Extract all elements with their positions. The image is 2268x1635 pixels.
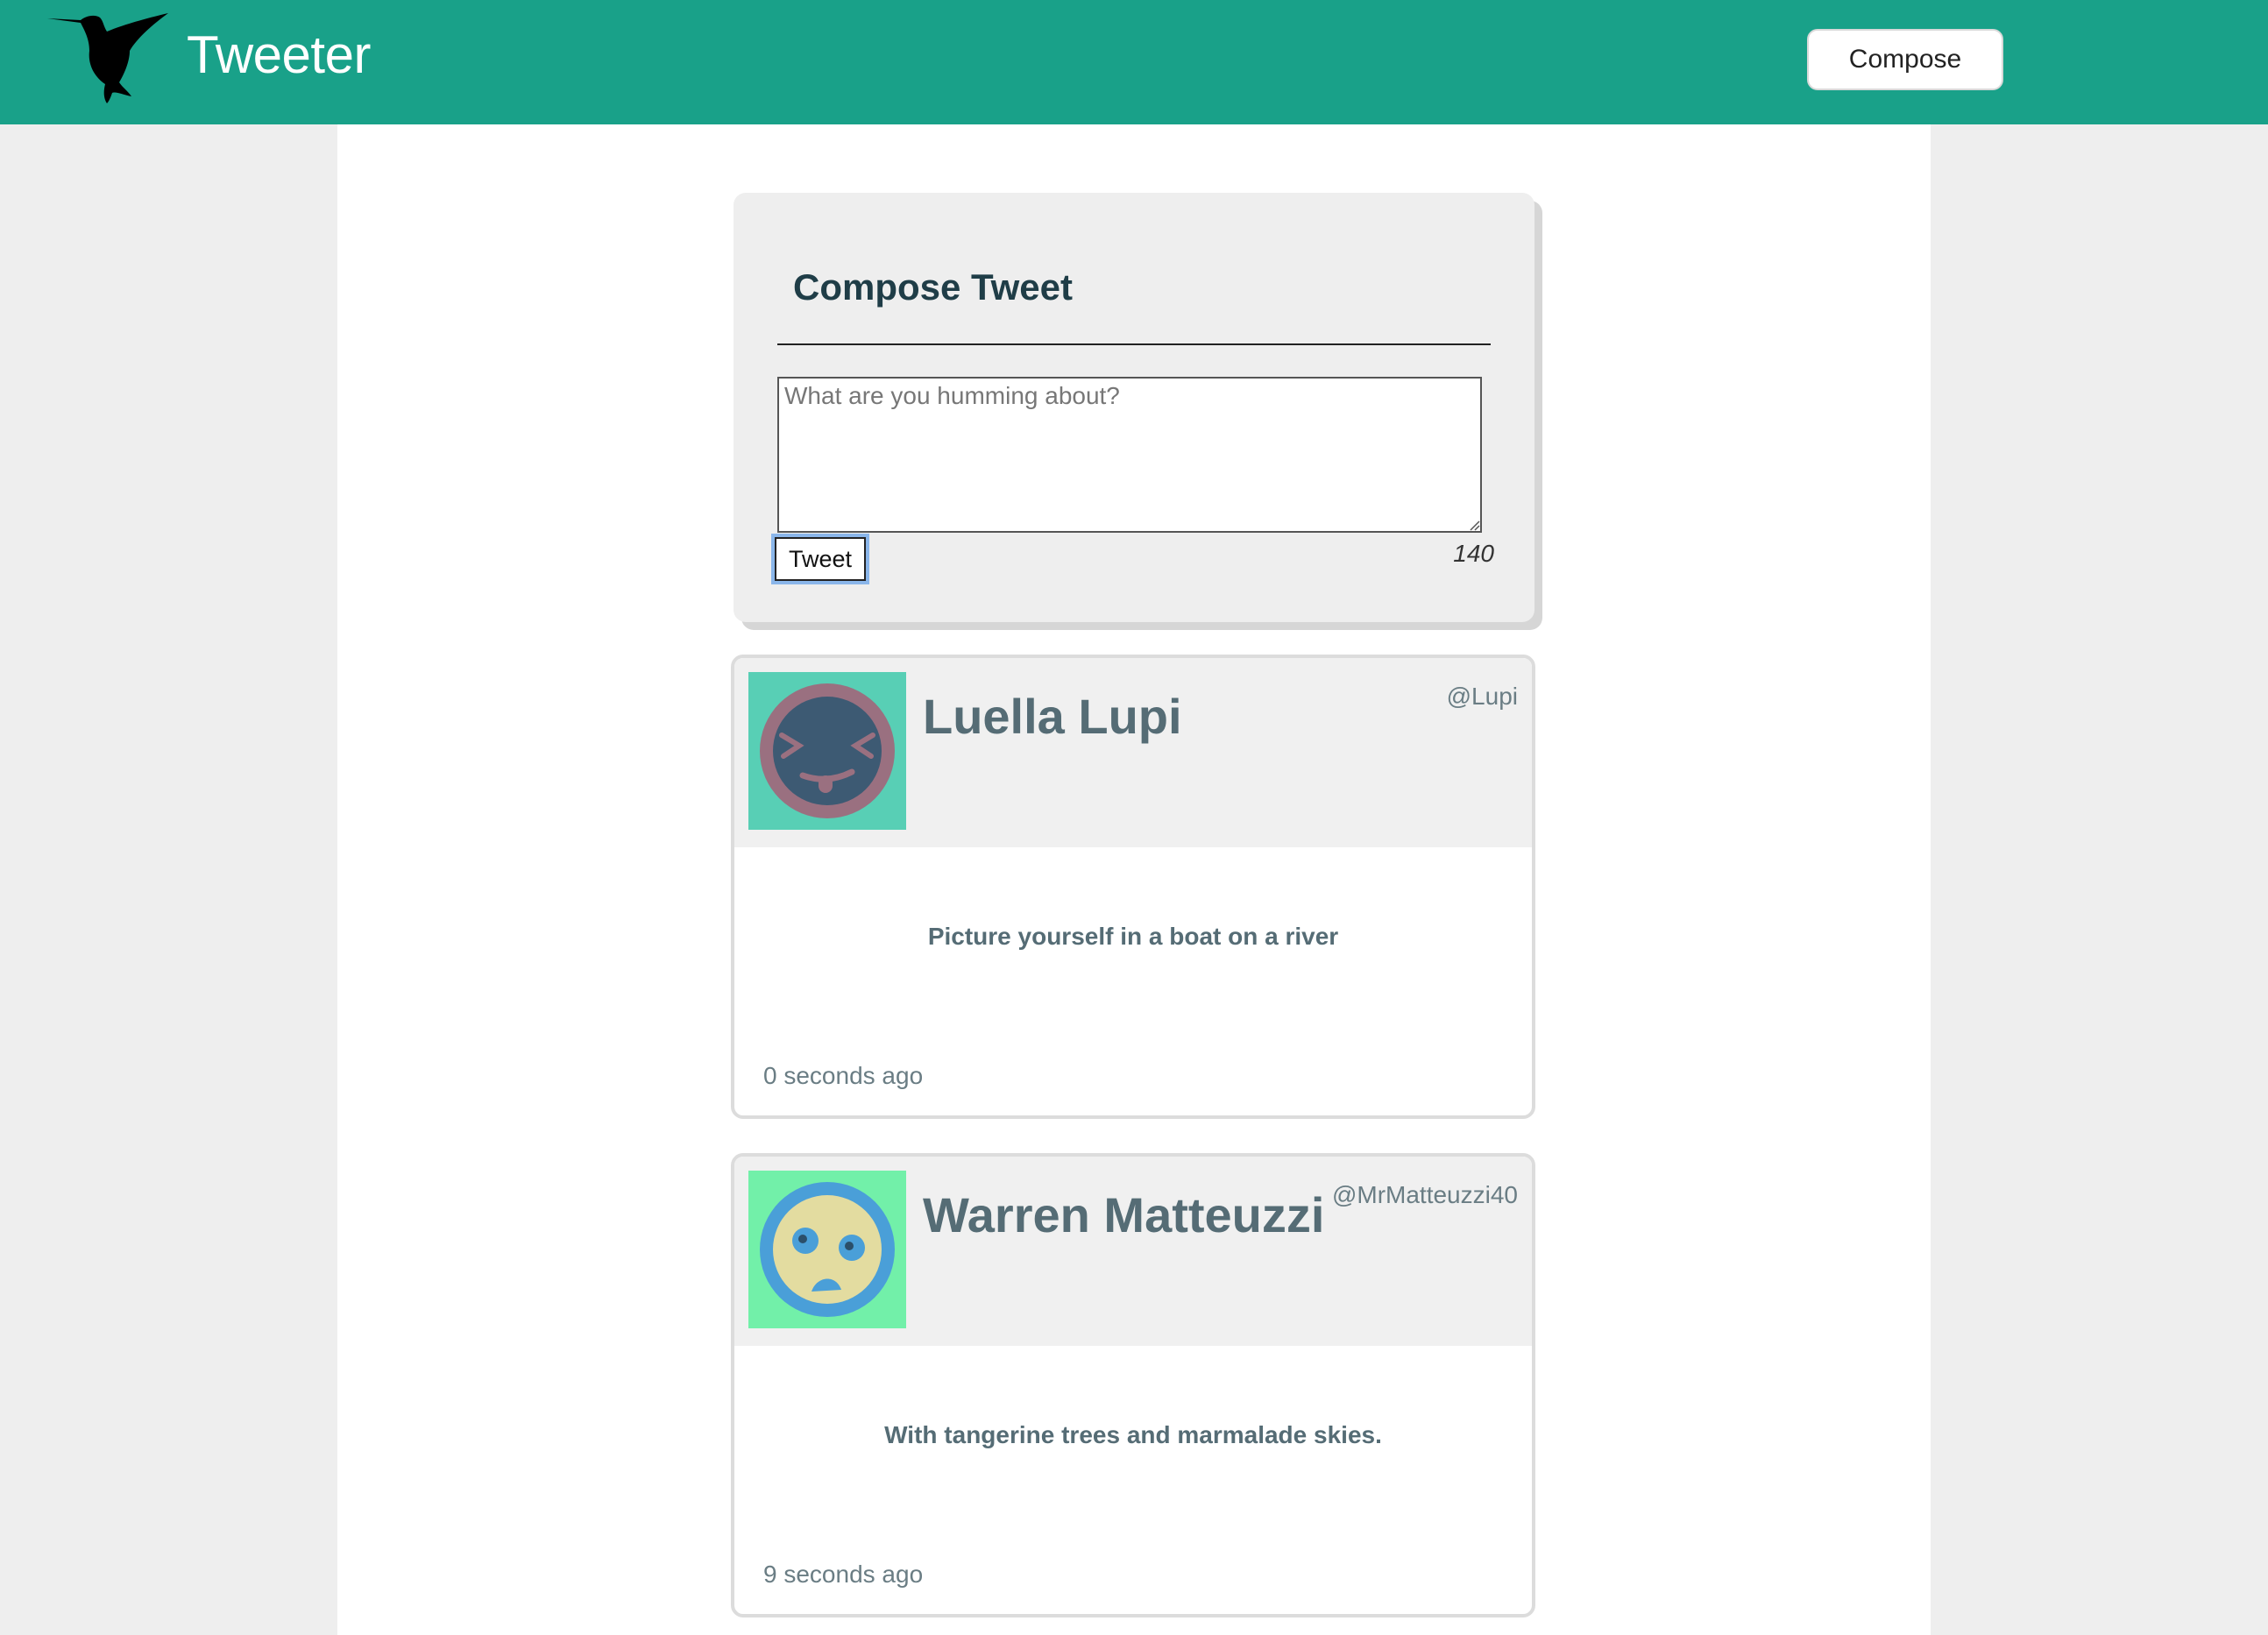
avatar-worried-face-icon [748,1171,906,1328]
tweet-text-input[interactable] [777,377,1482,533]
brand-title: Tweeter [187,25,371,84]
tweet-content: Picture yourself in a boat on a river [927,923,1339,950]
tweet-content: With tangerine trees and marmalade skies… [884,1421,1382,1448]
tweet-author-name: Warren Matteuzzi [923,1187,1325,1242]
tweet-author-handle: @Lupi [1446,683,1518,710]
tweet-timestamp: 0 seconds ago [763,1062,924,1089]
tweet-card: Warren Matteuzzi @MrMatteuzzi40 With tan… [731,1153,1535,1617]
character-counter: 140 [1453,540,1494,567]
tweet-submit-button[interactable]: Tweet [771,534,869,584]
resize-handle-icon[interactable] [1466,517,1480,531]
avatar-tongue-face-icon [748,672,906,830]
tweet-author-handle: @MrMatteuzzi40 [1331,1181,1518,1208]
hummingbird-logo-icon [47,13,168,103]
compose-title: Compose Tweet [793,266,1073,308]
top-navbar: Tweeter Compose [0,0,2268,124]
compose-toggle-button[interactable]: Compose [1807,29,2003,90]
tweet-header: Warren Matteuzzi @MrMatteuzzi40 [734,1157,1532,1346]
compose-tweet-panel: Compose Tweet Tweet 140 [734,193,1534,622]
tweet-timestamp: 9 seconds ago [763,1561,924,1588]
tweet-header: Luella Lupi @Lupi [734,658,1532,847]
tweet-card: Luella Lupi @Lupi Picture yourself in a … [731,655,1535,1119]
tweet-author-name: Luella Lupi [923,689,1182,744]
compose-divider [777,343,1491,345]
